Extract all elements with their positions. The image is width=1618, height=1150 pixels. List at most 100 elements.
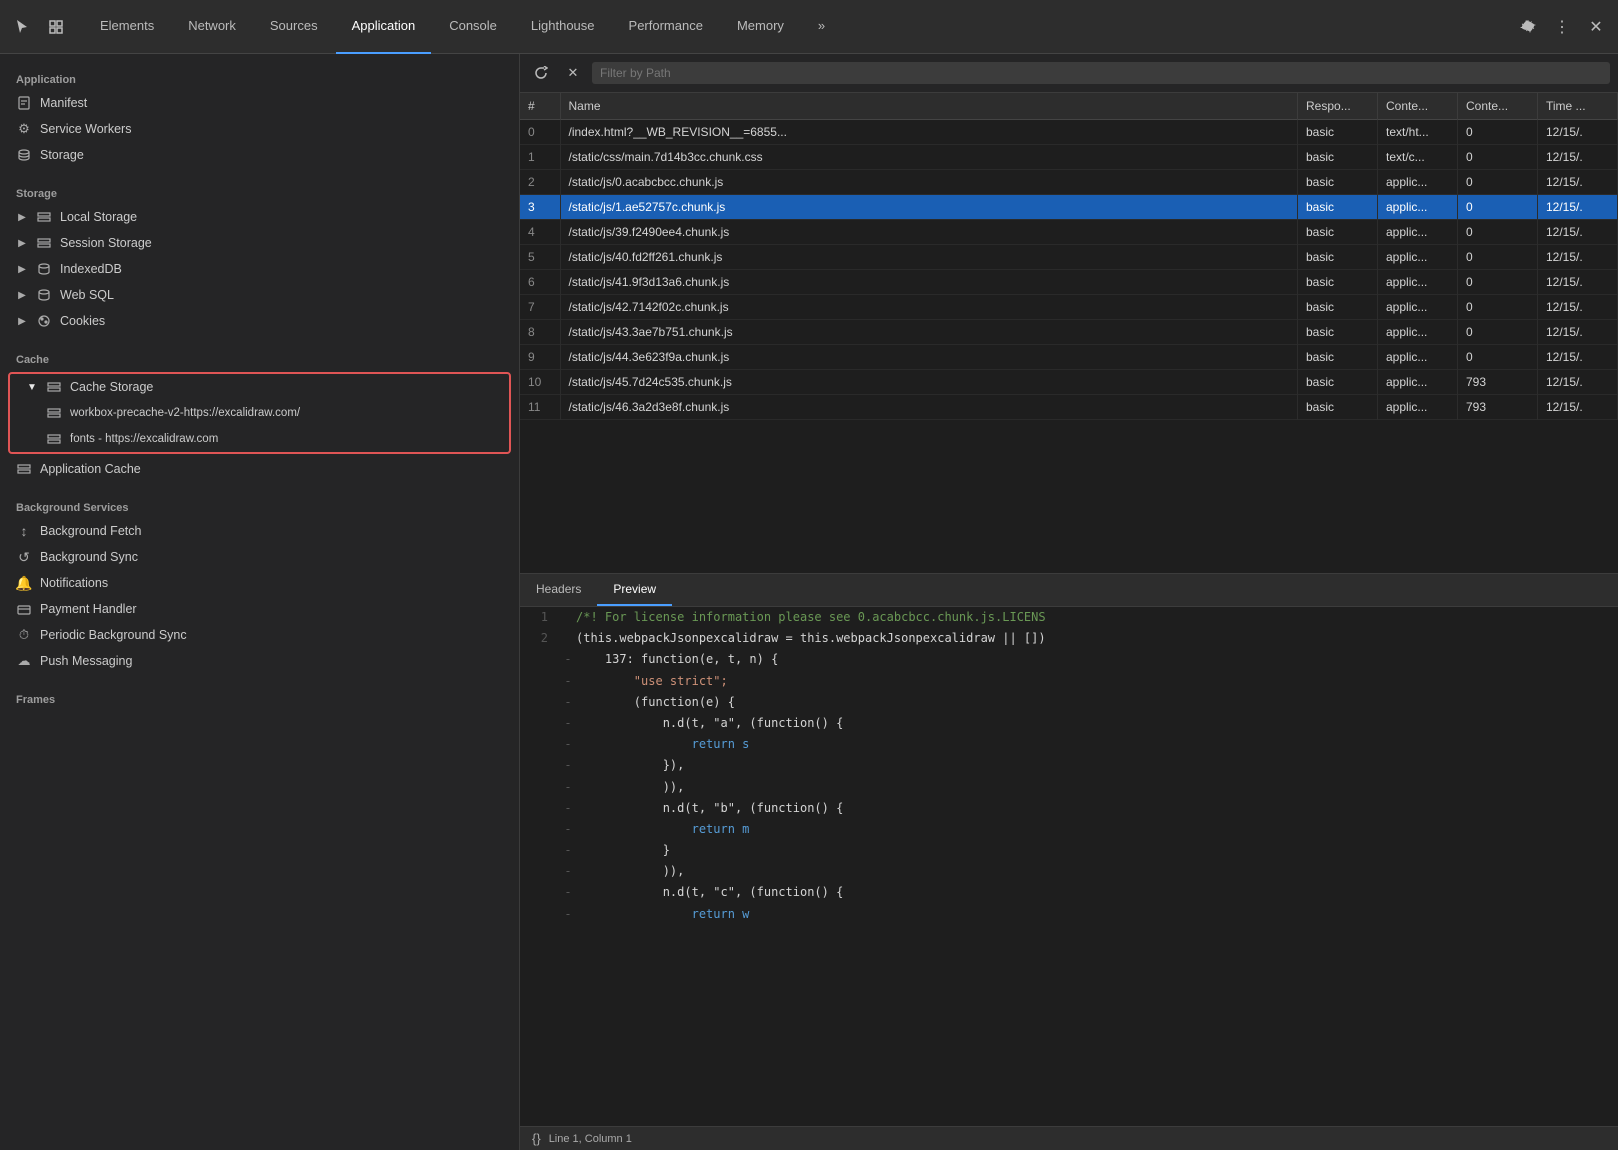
cell-resp: basic <box>1298 320 1378 345</box>
cell-name: /index.html?__WB_REVISION__=6855... <box>560 120 1298 145</box>
tab-sources[interactable]: Sources <box>254 0 334 54</box>
line-number <box>520 778 560 797</box>
service-workers-icon: ⚙ <box>16 121 32 137</box>
filter-bar: ✕ <box>520 54 1618 93</box>
cell-name: /static/js/43.3ae7b751.chunk.js <box>560 320 1298 345</box>
cache-section-label: Cache <box>0 342 519 370</box>
tab-elements[interactable]: Elements <box>84 0 170 54</box>
bg-sync-icon: ↺ <box>16 549 32 565</box>
table-row[interactable]: 5 /static/js/40.fd2ff261.chunk.js basic … <box>520 245 1618 270</box>
sidebar-item-session-storage[interactable]: ▶ Session Storage <box>0 230 519 256</box>
sidebar-item-app-cache[interactable]: Application Cache <box>0 456 519 482</box>
sidebar-item-bg-sync[interactable]: ↺ Background Sync <box>0 544 519 570</box>
cell-resp: basic <box>1298 395 1378 420</box>
line-dash: - <box>560 905 576 924</box>
tab-more[interactable]: » <box>802 0 841 54</box>
expand-arrow-session-icon: ▶ <box>16 237 28 249</box>
tab-headers[interactable]: Headers <box>520 574 597 606</box>
tab-network[interactable]: Network <box>172 0 252 54</box>
sidebar-item-storage[interactable]: Storage <box>0 142 519 168</box>
col-content2: Conte... <box>1458 93 1538 120</box>
table-row[interactable]: 2 /static/js/0.acabcbcc.chunk.js basic a… <box>520 170 1618 195</box>
filter-input[interactable] <box>592 62 1610 84</box>
cell-resp: basic <box>1298 345 1378 370</box>
cell-resp: basic <box>1298 220 1378 245</box>
refresh-button[interactable] <box>528 60 554 86</box>
table-row[interactable]: 0 /index.html?__WB_REVISION__=6855... ba… <box>520 120 1618 145</box>
table-row[interactable]: 10 /static/js/45.7d24c535.chunk.js basic… <box>520 370 1618 395</box>
close-icon[interactable]: ✕ <box>1582 13 1610 41</box>
cell-cont1: applic... <box>1378 295 1458 320</box>
sidebar-item-cookies[interactable]: ▶ Cookies <box>0 308 519 334</box>
cell-num: 5 <box>520 245 560 270</box>
tab-console[interactable]: Console <box>433 0 513 54</box>
line-number <box>520 883 560 902</box>
line-dash <box>560 608 576 627</box>
line-number <box>520 714 560 733</box>
code-line: - (function(e) { <box>520 692 1618 713</box>
cell-time: 12/15/. <box>1538 270 1618 295</box>
more-options-icon[interactable]: ⋮ <box>1548 13 1576 41</box>
cell-name: /static/js/42.7142f02c.chunk.js <box>560 295 1298 320</box>
cell-name: /static/js/45.7d24c535.chunk.js <box>560 370 1298 395</box>
inspect-icon[interactable] <box>42 13 70 41</box>
col-response: Respo... <box>1298 93 1378 120</box>
line-dash: - <box>560 862 576 881</box>
line-dash: - <box>560 693 576 712</box>
sidebar-item-periodic-bg-sync[interactable]: ⏱ Periodic Background Sync <box>0 622 519 648</box>
code-line: - 137: function(e, t, n) { <box>520 649 1618 670</box>
table-row[interactable]: 1 /static/css/main.7d14b3cc.chunk.css ba… <box>520 145 1618 170</box>
tab-preview[interactable]: Preview <box>597 574 672 606</box>
session-storage-icon <box>36 235 52 251</box>
sidebar-item-indexeddb[interactable]: ▶ IndexedDB <box>0 256 519 282</box>
sidebar-item-manifest[interactable]: Manifest <box>0 90 519 116</box>
table-row[interactable]: 8 /static/js/43.3ae7b751.chunk.js basic … <box>520 320 1618 345</box>
sidebar-item-bg-fetch[interactable]: ↕ Background Fetch <box>0 518 519 544</box>
cell-time: 12/15/. <box>1538 320 1618 345</box>
table-header-row: # Name Respo... Conte... Conte... Time .… <box>520 93 1618 120</box>
app-cache-icon <box>16 461 32 477</box>
sidebar-item-fonts-cache[interactable]: fonts - https://excalidraw.com <box>10 426 509 452</box>
settings-icon[interactable] <box>1514 13 1542 41</box>
code-text: )), <box>576 862 1618 881</box>
line-number: 1 <box>520 608 560 627</box>
tab-memory[interactable]: Memory <box>721 0 800 54</box>
sidebar-item-payment-handler[interactable]: Payment Handler <box>0 596 519 622</box>
sidebar-item-local-storage[interactable]: ▶ Local Storage <box>0 204 519 230</box>
sidebar-item-web-sql[interactable]: ▶ Web SQL <box>0 282 519 308</box>
cache-entries-table: # Name Respo... Conte... Conte... Time .… <box>520 93 1618 420</box>
sidebar-item-push-messaging[interactable]: ☁ Push Messaging <box>0 648 519 674</box>
cell-time: 12/15/. <box>1538 170 1618 195</box>
cell-resp: basic <box>1298 295 1378 320</box>
table-row[interactable]: 9 /static/js/44.3e623f9a.chunk.js basic … <box>520 345 1618 370</box>
storage-icon <box>16 147 32 163</box>
table-row[interactable]: 6 /static/js/41.9f3d13a6.chunk.js basic … <box>520 270 1618 295</box>
code-line: - return s <box>520 734 1618 755</box>
cell-num: 8 <box>520 320 560 345</box>
expand-arrow-cache-icon: ▼ <box>26 381 38 393</box>
table-row[interactable]: 4 /static/js/39.f2490ee4.chunk.js basic … <box>520 220 1618 245</box>
cell-num: 4 <box>520 220 560 245</box>
cell-num: 2 <box>520 170 560 195</box>
tab-lighthouse[interactable]: Lighthouse <box>515 0 611 54</box>
code-line: - "use strict"; <box>520 671 1618 692</box>
line-number <box>520 820 560 839</box>
clear-filter-button[interactable]: ✕ <box>560 60 586 86</box>
cursor-icon[interactable] <box>8 13 36 41</box>
code-line: - return m <box>520 819 1618 840</box>
right-toolbar: ⋮ ✕ <box>1514 13 1610 41</box>
line-dash: - <box>560 841 576 860</box>
line-dash: - <box>560 756 576 775</box>
sidebar-item-workbox-cache[interactable]: workbox-precache-v2-https://excalidraw.c… <box>10 400 509 426</box>
table-row[interactable]: 7 /static/js/42.7142f02c.chunk.js basic … <box>520 295 1618 320</box>
sidebar-item-notifications[interactable]: 🔔 Notifications <box>0 570 519 596</box>
sidebar-item-cache-storage[interactable]: ▼ Cache Storage <box>10 374 509 400</box>
table-row[interactable]: 3 /static/js/1.ae52757c.chunk.js basic a… <box>520 195 1618 220</box>
cell-time: 12/15/. <box>1538 395 1618 420</box>
table-row[interactable]: 11 /static/js/46.3a2d3e8f.chunk.js basic… <box>520 395 1618 420</box>
tab-application[interactable]: Application <box>336 0 432 54</box>
cell-cont1: applic... <box>1378 345 1458 370</box>
tab-performance[interactable]: Performance <box>613 0 719 54</box>
sidebar-item-service-workers[interactable]: ⚙ Service Workers <box>0 116 519 142</box>
cell-cont2: 0 <box>1458 120 1538 145</box>
